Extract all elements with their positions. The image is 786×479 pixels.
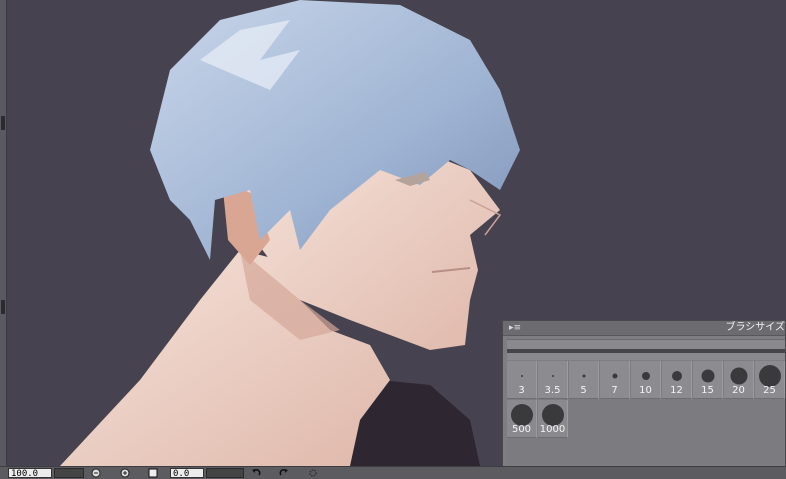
brush-size-preset[interactable]: 15 — [693, 361, 723, 399]
brush-tip-icon — [520, 375, 523, 377]
palette-menu-icon[interactable]: ▸≡ — [509, 323, 521, 333]
panel-handle[interactable] — [1, 300, 5, 314]
panel-handle[interactable] — [1, 116, 5, 130]
rotation-slider[interactable] — [206, 468, 244, 478]
left-panel-edge[interactable] — [0, 0, 7, 466]
brush-size-preset[interactable]: 12 — [662, 361, 692, 399]
rotation-field[interactable]: 0.0 — [170, 468, 204, 479]
brush-size-preset[interactable]: 3 — [507, 361, 537, 399]
brush-size-preset[interactable]: 7 — [600, 361, 630, 399]
brush-size-preset[interactable]: 3.5 — [538, 361, 568, 399]
brush-tip-icon — [758, 365, 781, 387]
brush-size-preset[interactable]: 5 — [569, 361, 599, 399]
palette-titlebar[interactable]: ▸≡ ブラシサイズ — [503, 321, 785, 336]
palette-title: ブラシサイズ — [725, 322, 786, 333]
undo-icon[interactable] — [250, 468, 262, 478]
brush-tip-icon — [701, 369, 714, 383]
brush-tip-icon — [510, 404, 533, 426]
brush-tip-icon — [641, 372, 650, 380]
brush-tip-icon — [730, 367, 747, 385]
brush-tip-icon — [582, 374, 585, 378]
brush-size-slider[interactable] — [507, 339, 785, 360]
zoom-field[interactable]: 100.0 — [8, 468, 52, 479]
brush-size-preset[interactable]: 500 — [507, 400, 537, 438]
zoom-in-icon[interactable] — [119, 468, 131, 478]
brush-tip-icon — [551, 375, 554, 377]
settings-icon[interactable] — [307, 468, 319, 478]
brush-size-preset[interactable]: 1000 — [538, 400, 568, 438]
canvas-status-bar: 100.0 0.0 — [0, 466, 786, 479]
brush-tip-icon — [541, 404, 564, 426]
brush-tip-icon — [612, 373, 617, 379]
zoom-slider[interactable] — [54, 468, 84, 478]
brush-size-grid: 3 3.5 5 7 10 12 15 20 25 500 1000 — [507, 361, 785, 475]
brush-size-palette: ▸≡ ブラシサイズ 3 3.5 5 7 10 12 15 20 25 500 1… — [502, 320, 786, 478]
brush-size-preset[interactable]: 25 — [755, 361, 785, 399]
fit-screen-icon[interactable] — [147, 468, 159, 478]
brush-size-preset[interactable]: 20 — [724, 361, 754, 399]
slider-track[interactable] — [507, 349, 785, 353]
zoom-out-icon[interactable] — [90, 468, 102, 478]
brush-size-preset[interactable]: 10 — [631, 361, 661, 399]
brush-tip-icon — [671, 371, 682, 381]
redo-icon[interactable] — [278, 468, 290, 478]
